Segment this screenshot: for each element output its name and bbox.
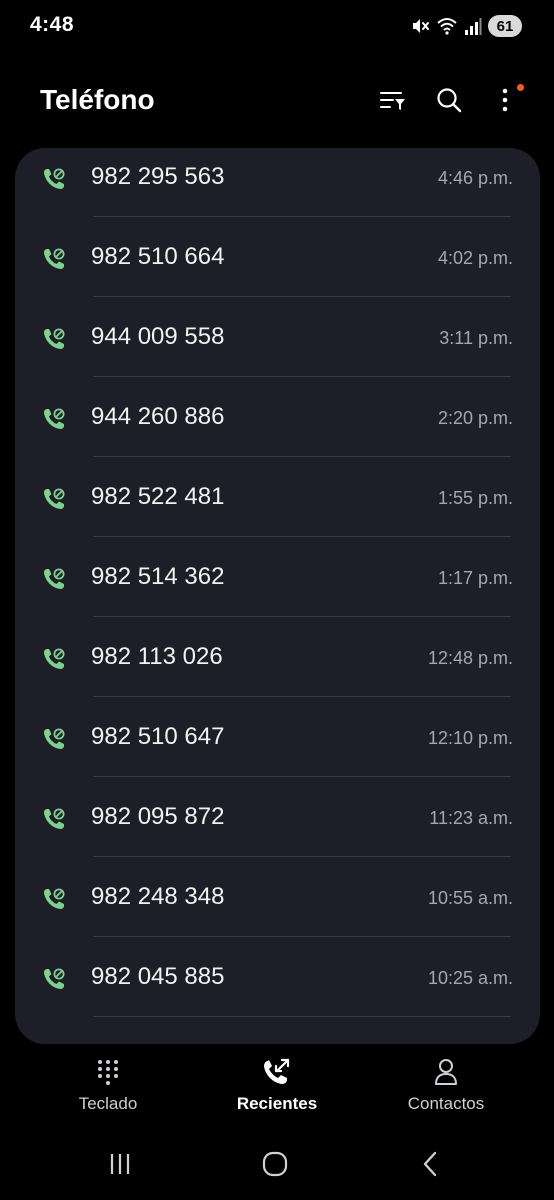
- tab-keypad[interactable]: Teclado: [23, 1054, 193, 1122]
- wifi-icon: [436, 16, 458, 36]
- call-number: 944 260 886: [91, 403, 225, 430]
- call-time: 4:46 p.m.: [437, 168, 513, 188]
- incoming-call-icon: [42, 247, 66, 271]
- row-divider: [93, 696, 511, 697]
- row-divider: [93, 1016, 511, 1017]
- status-icons: 61: [410, 14, 522, 38]
- row-divider: [93, 376, 511, 377]
- back-button[interactable]: [410, 1150, 450, 1182]
- call-time: 1:55 p.m.: [437, 488, 513, 508]
- incoming-call-icon: [42, 327, 66, 351]
- call-time: 11:23 a.m.: [429, 808, 513, 828]
- row-divider: [93, 776, 511, 777]
- tab-label: Contactos: [407, 1094, 485, 1113]
- call-number: 982 510 664: [91, 243, 225, 270]
- incoming-call-icon: [42, 807, 66, 831]
- incoming-call-icon: [42, 567, 66, 591]
- call-time: 10:25 a.m.: [427, 968, 513, 988]
- call-time: 1:17 p.m.: [437, 568, 513, 588]
- incoming-call-icon: [42, 407, 66, 431]
- incoming-call-icon: [42, 487, 66, 511]
- call-number: 982 510 647: [91, 723, 225, 750]
- status-bar: 4:48 61: [0, 0, 554, 52]
- call-number: 982 295 563: [91, 163, 225, 190]
- call-row[interactable]: 982 095 872 11:23 a.m.: [15, 788, 540, 868]
- call-number: 982 095 872: [91, 803, 225, 830]
- search-button[interactable]: [430, 84, 468, 120]
- status-time: 4:48: [30, 13, 75, 36]
- call-number: 982 522 481: [91, 483, 225, 510]
- incoming-call-icon: [42, 167, 66, 191]
- call-number: 982 045 885: [91, 963, 225, 990]
- filter-icon: [380, 88, 406, 117]
- call-row[interactable]: 982 510 664 4:02 p.m.: [15, 228, 540, 308]
- tab-label: Teclado: [78, 1094, 138, 1113]
- call-row[interactable]: 944 260 886 2:20 p.m.: [15, 388, 540, 468]
- recent-apps-button[interactable]: [100, 1150, 140, 1182]
- contacts-icon: [434, 1054, 458, 1090]
- more-options-icon: [501, 87, 509, 118]
- call-row[interactable]: 982 514 362 1:17 p.m.: [15, 548, 540, 628]
- bottom-tab-bar: Teclado Recientes Contactos: [0, 1054, 554, 1124]
- call-number: 982 248 348: [91, 883, 225, 910]
- incoming-call-icon: [42, 967, 66, 991]
- call-time: 12:48 p.m.: [427, 648, 513, 668]
- call-row[interactable]: 982 295 563 4:46 p.m.: [15, 148, 540, 228]
- call-time: 4:02 p.m.: [437, 248, 513, 268]
- call-number: 944 009 558: [91, 323, 225, 350]
- call-time: 3:11 p.m.: [439, 328, 513, 348]
- call-row[interactable]: 982 248 348 10:55 a.m.: [15, 868, 540, 948]
- incoming-call-icon: [42, 727, 66, 751]
- home-button[interactable]: [255, 1150, 295, 1182]
- call-time: 10:55 a.m.: [427, 888, 513, 908]
- signal-icon: [464, 16, 482, 36]
- battery-icon: 61: [488, 15, 522, 37]
- page-title: Teléfono: [40, 84, 155, 115]
- row-divider: [93, 456, 511, 457]
- call-row[interactable]: 982 522 481 1:55 p.m.: [15, 468, 540, 548]
- recent-calls-list[interactable]: 982 295 563 4:46 p.m. 982 510 664 4:02 p.m.…: [15, 148, 540, 1044]
- back-icon: [421, 1151, 439, 1182]
- row-divider: [93, 856, 511, 857]
- row-divider: [93, 616, 511, 617]
- row-divider: [93, 936, 511, 937]
- call-number: 982 514 362: [91, 563, 225, 590]
- tab-label: Recientes: [236, 1094, 318, 1113]
- call-row[interactable]: 982 045 885 10:25 a.m.: [15, 948, 540, 1028]
- call-row[interactable]: 982 113 026 12:48 p.m.: [15, 628, 540, 708]
- call-row[interactable]: 982 510 647 12:10 p.m.: [15, 708, 540, 788]
- header-actions: [356, 84, 524, 120]
- filter-button[interactable]: [374, 84, 412, 120]
- tab-contacts[interactable]: Contactos: [361, 1054, 531, 1122]
- row-divider: [93, 536, 511, 537]
- more-options-button[interactable]: [486, 84, 524, 120]
- tab-recents[interactable]: Recientes: [192, 1054, 362, 1122]
- row-divider: [93, 216, 511, 217]
- mute-icon: [410, 16, 430, 36]
- call-number: 982 113 026: [91, 643, 223, 670]
- search-icon: [436, 87, 462, 118]
- recent-apps-icon: [108, 1152, 132, 1181]
- row-divider: [93, 296, 511, 297]
- call-time: 12:10 p.m.: [427, 728, 513, 748]
- notification-dot: [517, 84, 524, 91]
- keypad-icon: [96, 1054, 120, 1090]
- system-nav-bar: [0, 1140, 554, 1190]
- incoming-call-icon: [42, 887, 66, 911]
- home-icon: [262, 1151, 288, 1182]
- incoming-call-icon: [42, 647, 66, 671]
- call-row[interactable]: 944 009 558 3:11 p.m.: [15, 308, 540, 388]
- call-time: 2:20 p.m.: [437, 408, 513, 428]
- recents-icon: [262, 1054, 292, 1090]
